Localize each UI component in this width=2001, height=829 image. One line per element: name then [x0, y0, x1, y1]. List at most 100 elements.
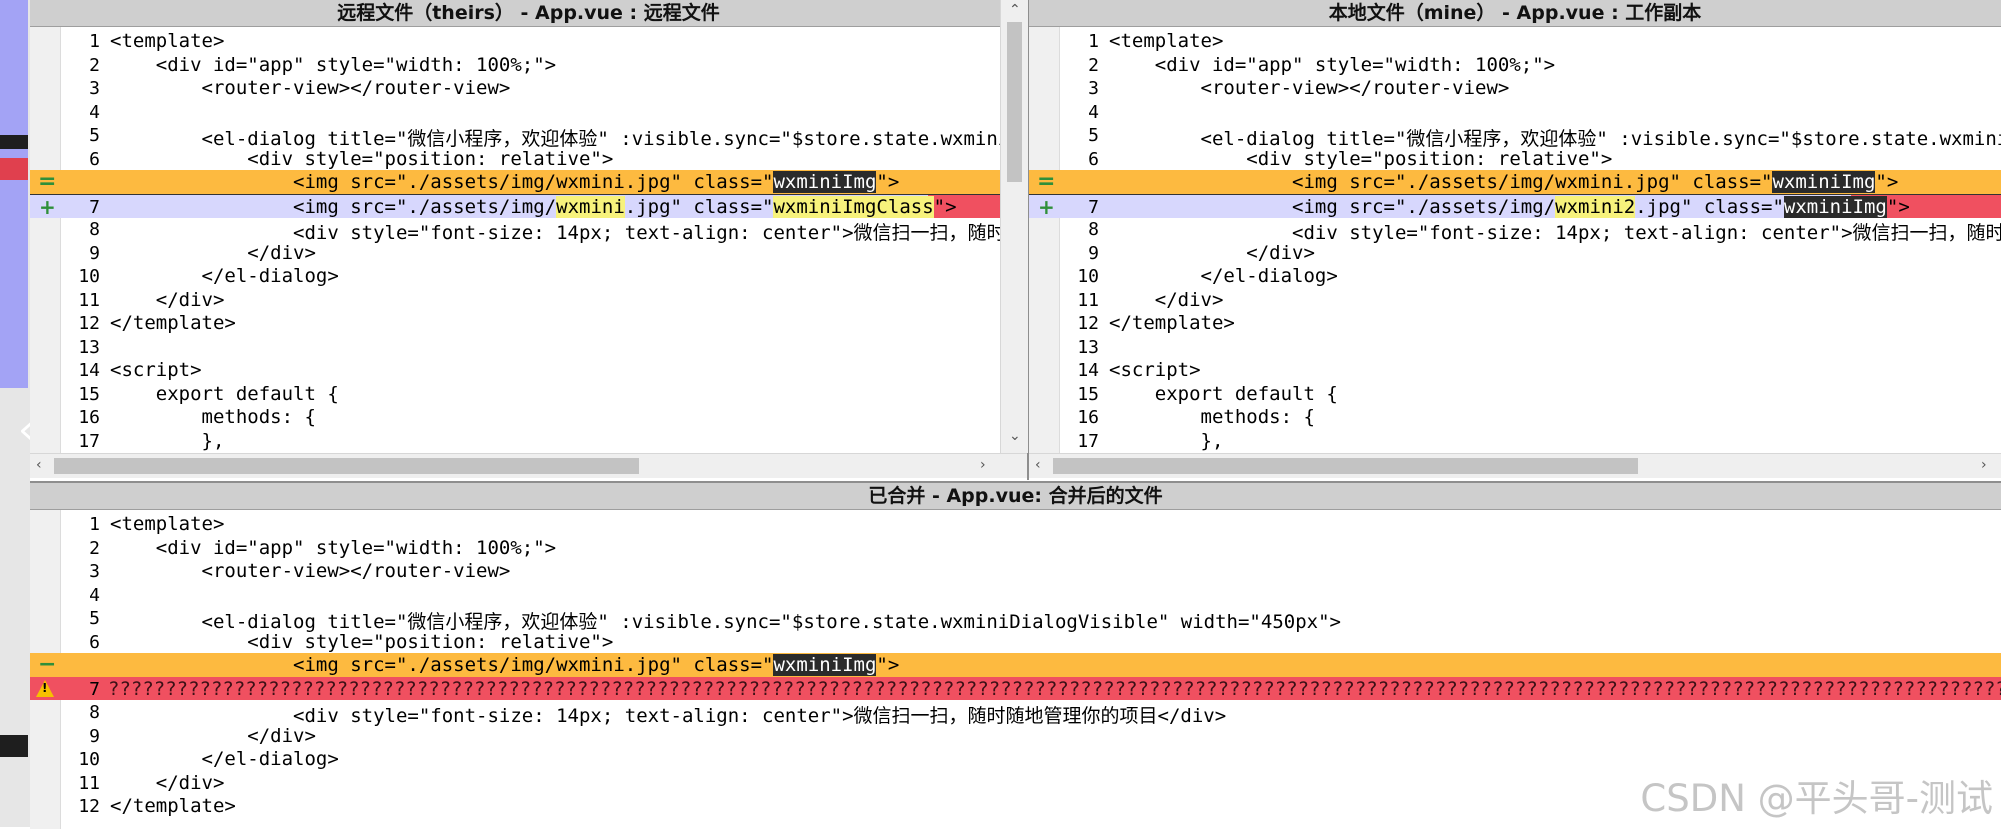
conflict-placeholder: ????????????????????????????????????????…: [108, 677, 2001, 700]
line-text: <img src="./assets/img/wxmini.jpg" class…: [1109, 171, 1898, 193]
code-line: 9 </div>: [30, 241, 1000, 265]
warning-mark: !: [42, 680, 48, 695]
theirs-hscroll[interactable]: ‹ ›: [30, 453, 1027, 478]
code-line: 5 <el-dialog title="微信小程序，欢迎体验" :visible…: [30, 606, 2001, 633]
line-text: },: [1109, 429, 1224, 452]
theirs-vscroll[interactable]: ⌃ ⌄: [1000, 0, 1028, 453]
line-number: 9: [89, 725, 100, 747]
code-line: 11 </div>: [30, 288, 1000, 312]
code-line: = <img src="./assets/img/wxmini.jpg" cla…: [1029, 169, 2001, 194]
line-number: 14: [1077, 360, 1099, 381]
line-number: 2: [89, 537, 100, 559]
vscroll-thumb[interactable]: [1007, 22, 1022, 182]
code-line: 15 export default {: [1029, 382, 2001, 406]
line-text: </div>: [110, 241, 316, 264]
line-number: 12: [78, 313, 100, 334]
line-number: 6: [89, 148, 100, 170]
code-line: 2 <div id="app" style="width: 100%;">: [30, 53, 1000, 77]
line-number: 15: [1077, 383, 1099, 405]
code-line: 9 </div>: [1029, 241, 2001, 265]
line-number: 5: [1088, 125, 1099, 146]
line-number: 8: [1088, 219, 1099, 240]
code-line: 16 methods: {: [30, 405, 1000, 429]
line-number: 1: [1088, 31, 1099, 52]
code-line: 2 <div id="app" style="width: 100%;">: [30, 536, 2001, 560]
strip-mark: [0, 158, 28, 180]
scroll-up-icon[interactable]: ⌃: [1009, 2, 1021, 18]
line-number: 10: [78, 749, 100, 770]
line-number: 5: [89, 608, 100, 629]
highlighted-token: wxminiImg: [1772, 171, 1876, 193]
strip-highlight: [0, 0, 28, 388]
line-text: </template>: [110, 312, 236, 334]
diff-token: wxmini: [556, 195, 625, 218]
line-number: 3: [89, 78, 100, 99]
line-number: 13: [1077, 336, 1099, 358]
code-line: 14 <script>: [30, 358, 1000, 382]
line-text: <img src="./assets/img/wxmini.jpg" class…: [110, 171, 899, 193]
line-text: <router-view></router-view>: [1109, 77, 1510, 99]
diff-token: wxminiImgClass: [773, 195, 934, 218]
line-number: 2: [1088, 54, 1099, 76]
highlighted-token: wxminiImg: [773, 654, 877, 676]
line-number: 4: [89, 584, 100, 606]
code-line: 8 <div style="font-size: 14px; text-alig…: [30, 217, 1000, 244]
diff-token: wxmini2: [1555, 195, 1636, 218]
highlighted-token: wxminiImg: [773, 171, 877, 193]
theirs-editor[interactable]: 1 <template> 2 <div id="app" style="width:…: [30, 27, 1000, 453]
hscroll-thumb[interactable]: [1053, 458, 1638, 474]
line-text: <script>: [1109, 359, 1201, 381]
line-number: 5: [89, 125, 100, 146]
line-number: 10: [78, 266, 100, 287]
line-number: 17: [78, 430, 100, 452]
code-text: ">: [876, 654, 900, 676]
code-line: 5 <el-dialog title="微信小程序，欢迎体验" :visible…: [1029, 123, 2001, 150]
theirs-pane: 远程文件（theirs） - App.vue : 远程文件 1 <template…: [30, 0, 1029, 480]
line-number: 16: [1077, 407, 1099, 428]
code-line: 6 <div style="position: relative">: [30, 630, 2001, 654]
line-number: 4: [89, 101, 100, 123]
left-change-strip[interactable]: ‹: [0, 0, 34, 827]
code-text: ">: [1875, 171, 1899, 193]
scroll-left-icon[interactable]: ‹: [36, 457, 42, 473]
mine-pane: 本地文件（mine） - App.vue : 工作副本 1 <template> 2…: [1029, 0, 2001, 480]
scroll-right-icon[interactable]: ›: [1981, 457, 1987, 473]
line-text: </div>: [1109, 288, 1224, 311]
line-text: <div style="position: relative">: [1109, 147, 1613, 170]
code-line: 12 </template>: [1029, 311, 2001, 335]
line-number: 10: [1077, 266, 1099, 287]
line-number: 4: [1088, 101, 1099, 123]
hscroll-thumb[interactable]: [54, 458, 639, 474]
line-text: </div>: [110, 771, 225, 794]
line-text: <router-view></router-view>: [110, 77, 511, 99]
scroll-left-icon[interactable]: ‹: [1035, 457, 1041, 473]
line-number: 7: [1088, 196, 1099, 218]
scroll-down-icon[interactable]: ⌄: [1009, 428, 1021, 444]
line-number: 6: [89, 631, 100, 653]
code-line: 8 <div style="font-size: 14px; text-alig…: [30, 700, 2001, 727]
code-line: 9 </div>: [30, 724, 2001, 748]
plus-marker-icon: +: [1038, 194, 1055, 219]
line-text: methods: {: [1109, 406, 1315, 428]
line-text: <div id="app" style="width: 100%;">: [110, 536, 557, 559]
code-line: 1 <template>: [1029, 29, 2001, 53]
code-line: 11 </div>: [1029, 288, 2001, 312]
line-text: </el-dialog>: [110, 748, 339, 770]
code-text: <img src="./assets/img/: [110, 195, 557, 218]
code-line: 16 methods: {: [1029, 405, 2001, 429]
strip-mark: [0, 135, 28, 149]
code-line: 8 <div style="font-size: 14px; text-alig…: [1029, 217, 2001, 244]
mine-hscroll[interactable]: ‹ ›: [1029, 453, 2001, 478]
line-text: </el-dialog>: [110, 265, 339, 287]
line-number: 15: [78, 383, 100, 405]
line-text: </template>: [1109, 312, 1235, 334]
line-text: </el-dialog>: [1109, 265, 1338, 287]
line-number: 12: [78, 796, 100, 817]
line-text: </div>: [1109, 241, 1315, 264]
line-number: 16: [78, 407, 100, 428]
line-text: </div>: [110, 724, 316, 747]
line-number: 9: [1088, 242, 1099, 264]
mine-editor[interactable]: 1 <template> 2 <div id="app" style="width:…: [1029, 27, 2001, 453]
code-text: <img src="./assets/img/: [1109, 195, 1556, 218]
scroll-right-icon[interactable]: ›: [980, 457, 986, 473]
